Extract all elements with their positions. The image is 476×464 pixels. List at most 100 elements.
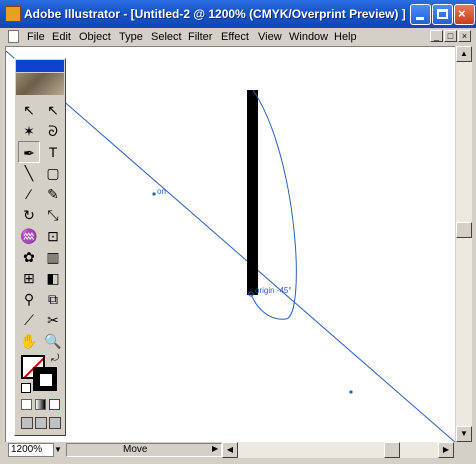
minimize-icon (416, 17, 424, 20)
doc-minimize-button[interactable]: _ (430, 30, 443, 42)
scissors-icon: ✂ (47, 312, 59, 328)
slice-tool-button[interactable]: ⟋ (18, 309, 40, 331)
blend-icon: ⧉ (48, 291, 58, 307)
document-icon[interactable] (8, 30, 19, 43)
scroll-down-button[interactable]: ▼ (456, 426, 472, 442)
toolbox-header-image (16, 73, 64, 95)
menu-object[interactable]: Object (79, 31, 111, 43)
menu-file[interactable]: File (27, 31, 45, 43)
artboard-canvas[interactable]: on origin -45° (5, 46, 456, 443)
none-mode-button[interactable] (49, 399, 60, 410)
pencil-icon: ✎ (47, 186, 59, 202)
free-transform-tool-button[interactable]: ⊡ (42, 225, 64, 247)
zoom-dropdown-icon[interactable]: ▼ (54, 443, 63, 457)
zoom-icon: 🔍 (44, 333, 62, 349)
pencil-tool-button[interactable]: ✎ (42, 183, 64, 205)
magic-wand-icon: ✶ (23, 123, 35, 139)
rotate-tool-button[interactable]: ↻ (18, 204, 40, 226)
lasso-tool-button[interactable]: ᘐ (42, 120, 64, 142)
guide-anchor-point (152, 192, 156, 196)
full-screen-mode-button[interactable] (49, 417, 61, 429)
doc-close-button[interactable]: × (458, 30, 471, 42)
close-button[interactable]: × (454, 4, 475, 25)
mesh-tool-button[interactable]: ⊞ (18, 267, 40, 289)
guide-label-origin: origin -45° (255, 286, 292, 295)
scissors-tool-button[interactable]: ✂ (42, 309, 64, 331)
guide-anchor-point-2 (349, 390, 353, 394)
rotate-icon: ↻ (23, 207, 35, 223)
default-colors-icon[interactable] (21, 383, 31, 393)
menu-edit[interactable]: Edit (52, 31, 71, 43)
eyedropper-tool-button[interactable]: ⚲ (18, 288, 40, 310)
artwork-svg: on origin -45° (6, 50, 456, 443)
maximize-button[interactable] (432, 4, 453, 25)
scroll-right-button[interactable]: ▶ (438, 442, 454, 458)
magic-wand-tool-button[interactable]: ✶ (18, 120, 40, 142)
zoom-level-field[interactable]: 1200% (8, 443, 54, 457)
zoom-tool-button[interactable]: 🔍 (42, 330, 64, 352)
angle-guide-line (6, 50, 456, 443)
doc-restore-button[interactable]: □ (444, 30, 457, 42)
toolbox-title-bar[interactable] (16, 60, 64, 72)
scale-icon: ⤡ (47, 207, 59, 223)
symbol-sprayer-icon: ✿ (23, 249, 35, 265)
scroll-up-button[interactable]: ▲ (456, 46, 472, 62)
illustrator-app-icon[interactable] (5, 6, 21, 22)
hand-tool-button[interactable]: ✋ (18, 330, 40, 352)
gradient-mode-button[interactable] (35, 399, 46, 410)
scroll-left-button[interactable]: ◀ (222, 442, 238, 458)
direct-selection-icon: ↖ (47, 102, 59, 118)
free-transform-icon: ⊡ (47, 228, 59, 244)
mesh-icon: ⊞ (23, 270, 35, 286)
color-mode-button[interactable] (21, 399, 32, 410)
graph-tool-button[interactable]: ▥ (42, 246, 64, 268)
horizontal-scroll-thumb[interactable] (384, 442, 400, 458)
stroke-color-swatch[interactable] (33, 367, 57, 391)
graph-icon: ▥ (46, 249, 60, 265)
minimize-button[interactable] (410, 4, 431, 25)
vertical-scrollbar[interactable]: ▲ ▼ (456, 46, 472, 442)
menu-effect[interactable]: Effect (221, 31, 249, 43)
maximize-icon (437, 9, 448, 19)
type-icon: T (48, 144, 58, 160)
direct-selection-tool-button[interactable]: ↖ (42, 99, 64, 121)
horizontal-scroll-track[interactable] (238, 442, 438, 458)
status-menu-arrow-icon[interactable]: ▶ (212, 444, 218, 453)
symbol-sprayer-tool-button[interactable]: ✿ (18, 246, 40, 268)
blend-tool-button[interactable]: ⧉ (42, 288, 64, 310)
warp-icon: ♒ (20, 228, 38, 244)
line-tool-button[interactable]: ╲ (18, 162, 40, 184)
warp-tool-button[interactable]: ♒ (18, 225, 40, 247)
window-title: Adobe Illustrator - [Untitled-2 @ 1200% … (24, 7, 406, 21)
lasso-icon: ᘐ (48, 123, 58, 139)
paintbrush-icon: ∕ (27, 186, 31, 202)
scale-tool-button[interactable]: ⤡ (42, 204, 64, 226)
toolbox-panel: ↖ ↖ ✶ ᘐ ✒ T ╲ ▢ ∕ ✎ ↻ ⤡ ♒ ⊡ ✿ ▥ ⊞ ◧ ⚲ ⧉ ⟋ ✂ ✋ 🔍 ⤾ (14, 58, 66, 436)
pen-tool-button[interactable]: ✒ (18, 141, 40, 163)
pen-icon: ✒ (23, 145, 35, 161)
menu-help[interactable]: Help (334, 31, 357, 43)
line-icon: ╲ (24, 165, 34, 181)
hand-icon: ✋ (20, 333, 38, 349)
menu-type[interactable]: Type (119, 31, 143, 43)
gradient-icon: ◧ (46, 270, 60, 286)
standard-screen-mode-button[interactable] (21, 417, 33, 429)
vertical-scroll-thumb[interactable] (456, 222, 472, 238)
gradient-tool-button[interactable]: ◧ (42, 267, 64, 289)
paintbrush-tool-button[interactable]: ∕ (18, 183, 40, 205)
slice-icon: ⟋ (24, 312, 34, 328)
eyedropper-icon: ⚲ (23, 291, 35, 307)
menu-filter[interactable]: Filter (188, 31, 212, 43)
type-tool-button[interactable]: T (42, 141, 64, 163)
rectangle-icon: ▢ (46, 165, 60, 181)
status-tool-field[interactable]: Move (66, 443, 222, 457)
selection-tool-button[interactable]: ↖ (18, 99, 40, 121)
menu-view[interactable]: View (258, 31, 282, 43)
rectangle-tool-button[interactable]: ▢ (42, 162, 64, 184)
title-bar: Adobe Illustrator - [Untitled-2 @ 1200% … (0, 0, 476, 28)
menu-window[interactable]: Window (289, 31, 328, 43)
full-screen-menu-mode-button[interactable] (35, 417, 47, 429)
menu-select[interactable]: Select (151, 31, 182, 43)
black-rectangle-shape[interactable] (247, 90, 258, 295)
swap-fill-stroke-icon[interactable]: ⤾ (51, 353, 59, 364)
